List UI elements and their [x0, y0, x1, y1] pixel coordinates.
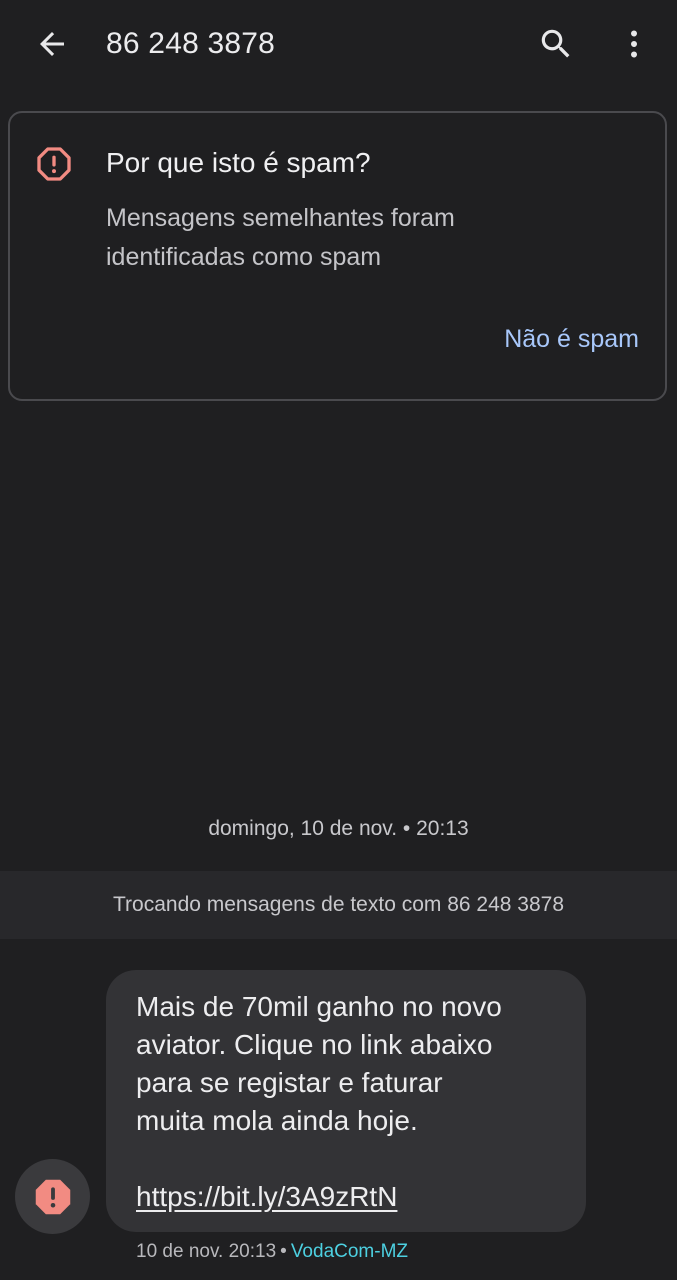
meta-separator: • — [280, 1241, 287, 1262]
spam-card-title: Por que isto é spam? — [106, 147, 371, 178]
top-app-bar: 86 248 3878 — [0, 0, 677, 88]
arrow-left-icon — [40, 32, 64, 56]
message-link[interactable]: https://bit.ly/3A9zRtN — [136, 1178, 397, 1216]
conversation-title: 86 248 3878 — [106, 27, 276, 60]
message-text: Mais de 70mil ganho no novo aviator. Cli… — [136, 991, 502, 1136]
search-icon — [541, 29, 570, 58]
date-separator: domingo, 10 de nov. • 20:13 — [208, 817, 469, 840]
not-spam-button[interactable]: Não é spam — [504, 319, 639, 359]
message-meta: 10 de nov. 20:13 • VodaCom-MZ — [136, 1238, 408, 1266]
exchange-info-text: Trocando mensagens de texto com 86 248 3… — [112, 893, 565, 916]
back-button[interactable] — [26, 20, 78, 68]
sender-avatar[interactable] — [15, 1159, 90, 1234]
alert-octagon-icon — [37, 147, 71, 181]
exchange-info-banner: Trocando mensagens de texto com 86 248 3… — [0, 871, 677, 939]
messages-app: 86 248 3878 Por que isto é spam? Mensage… — [0, 0, 677, 1280]
more-options-button[interactable] — [610, 20, 658, 68]
spam-alert-icon — [35, 1179, 70, 1214]
message-carrier: VodaCom-MZ — [290, 1241, 409, 1262]
search-button[interactable] — [530, 20, 582, 68]
spam-info-card: Por que isto é spam? Mensagens semelhant… — [8, 111, 667, 401]
message-timestamp: 10 de nov. 20:13 — [136, 1241, 277, 1262]
message-bubble[interactable]: Mais de 70mil ganho no novo aviator. Cli… — [106, 970, 586, 1232]
spam-card-description: Mensagens semelhantes foram identificada… — [106, 204, 455, 271]
more-vertical-icon — [631, 30, 637, 58]
